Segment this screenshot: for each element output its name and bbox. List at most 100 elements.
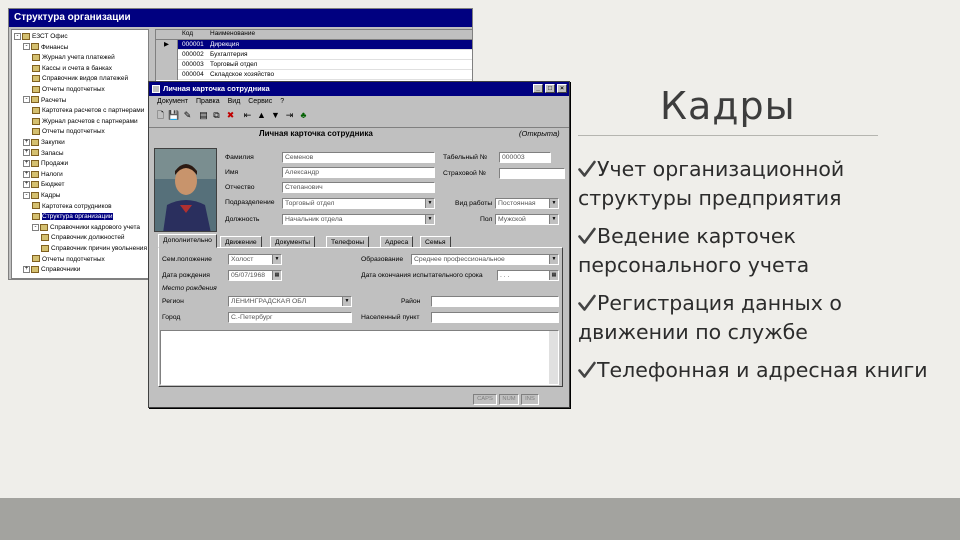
grid-header-code[interactable]: Код (182, 30, 193, 37)
expand-icon[interactable]: + (23, 170, 30, 178)
family-select[interactable]: Холост ▼ (228, 254, 282, 265)
tree-item[interactable]: Отчеты подотчетных (32, 85, 105, 95)
menu-view[interactable]: Вид (228, 98, 241, 105)
tree-item[interactable]: + Продажи (23, 159, 68, 169)
minimize-button[interactable]: _ (533, 84, 543, 93)
table-row[interactable]: 000004 Складское хозяйство (156, 70, 472, 80)
tree-item-label: Налоги (41, 170, 63, 178)
edit-pencil-icon[interactable]: ✎ (182, 110, 193, 121)
tree-icon[interactable]: ♣ (298, 110, 309, 121)
dropdown-arrow-icon[interactable]: ▼ (425, 199, 434, 208)
menu-bar: Документ Правка Вид Сервис ? (149, 96, 569, 108)
print-icon[interactable]: ▤ (198, 110, 209, 121)
calendar-icon[interactable]: ▦ (272, 271, 281, 280)
grid-header-name[interactable]: Наименование (210, 30, 255, 37)
menu-document[interactable]: Документ (157, 98, 188, 105)
collapse-icon[interactable]: - (23, 43, 30, 51)
tree-item[interactable]: Справочник должностей (41, 233, 125, 243)
tree-item[interactable]: Журнал учета платежей (32, 53, 115, 63)
notes-memo[interactable] (160, 330, 559, 385)
district-field[interactable] (431, 296, 559, 307)
education-select[interactable]: Среднее профессиональное ▼ (411, 254, 559, 265)
copy-icon[interactable]: ⧉ (211, 110, 222, 121)
new-document-icon[interactable]: 🗋 (155, 110, 166, 121)
calendar-icon[interactable]: ▦ (549, 271, 558, 280)
expand-icon[interactable]: + (23, 181, 30, 189)
tree-item[interactable]: - Расчеты (23, 96, 66, 106)
row-selector[interactable] (156, 50, 178, 60)
insurance-field[interactable] (499, 168, 565, 179)
surname-field[interactable]: Семенов (282, 152, 435, 163)
tree-item[interactable]: Кассы и счета в банках (32, 64, 112, 74)
probation-end-field[interactable]: . . . ▦ (497, 270, 559, 281)
collapse-icon[interactable]: - (23, 96, 30, 104)
birth-date-field[interactable]: 05/07/1968 ▦ (228, 270, 282, 281)
tree-item[interactable]: - ЕЗСТ Офис (14, 32, 68, 42)
expand-icon[interactable]: + (23, 138, 30, 146)
delete-icon[interactable]: ✖ (225, 110, 236, 121)
department-grid[interactable]: Код Наименование ▶ 000001 Дирекция 000002 Бу… (155, 29, 473, 89)
department-select[interactable]: Торговый отдел ▼ (282, 198, 435, 209)
employment-select[interactable]: Постоянная ▼ (495, 198, 559, 209)
close-button[interactable]: × (557, 84, 567, 93)
tab-num-field[interactable]: 000003 (499, 152, 551, 163)
dropdown-arrow-icon[interactable]: ▼ (549, 255, 558, 264)
tree-item[interactable]: + Справочники (23, 265, 80, 275)
menu-service[interactable]: Сервис (248, 98, 272, 105)
tree-item[interactable]: + Налоги (23, 170, 63, 180)
tab-additional[interactable]: Дополнительно (158, 234, 217, 248)
sex-select[interactable]: Мужской ▼ (495, 214, 559, 225)
tree-item[interactable]: Структура организации (32, 212, 113, 222)
menu-edit[interactable]: Правка (196, 98, 220, 105)
maximize-button[interactable]: □ (545, 84, 555, 93)
tree-item[interactable]: Отчеты подотчетных (32, 255, 105, 265)
row-selector[interactable]: ▶ (156, 40, 178, 50)
first-record-icon[interactable]: ⇤ (242, 110, 253, 121)
patronymic-field[interactable]: Степанович (282, 182, 435, 193)
tree-item[interactable]: - Финансы (23, 43, 68, 53)
region-select[interactable]: ЛЕНИНГРАДСКАЯ ОБЛ ▼ (228, 296, 352, 307)
collapse-icon[interactable]: - (14, 32, 21, 40)
next-record-icon[interactable]: ▼ (270, 110, 281, 121)
expand-icon[interactable]: + (23, 149, 30, 157)
expand-icon[interactable]: + (23, 159, 30, 167)
tree-item[interactable]: Справочник причин увольнения (41, 244, 147, 254)
org-tree[interactable]: - ЕЗСТ Офис - Финансы Журнал учета платежей К… (11, 29, 149, 279)
dropdown-arrow-icon[interactable]: ▼ (272, 255, 281, 264)
memo-scrollbar[interactable] (549, 331, 558, 384)
collapse-icon[interactable]: - (32, 223, 39, 231)
row-selector[interactable] (156, 60, 178, 70)
last-record-icon[interactable]: ⇥ (284, 110, 295, 121)
checkmark-icon (578, 160, 596, 177)
locality-field[interactable] (431, 312, 559, 323)
collapse-icon[interactable]: - (23, 191, 30, 199)
position-select[interactable]: Начальник отдела ▼ (282, 214, 435, 225)
folder-icon (31, 181, 39, 189)
table-row[interactable]: 000002 Бухгалтерия (156, 50, 472, 60)
city-field[interactable]: С.-Петербург (228, 312, 352, 323)
save-icon[interactable]: 💾 (168, 110, 179, 121)
dropdown-arrow-icon[interactable]: ▼ (342, 297, 351, 306)
expand-icon[interactable]: + (23, 265, 30, 273)
prev-record-icon[interactable]: ▲ (256, 110, 267, 121)
folder-icon (32, 75, 40, 83)
tree-item[interactable]: - Справочники кадрового учета (32, 223, 140, 233)
tree-item[interactable]: - Кадры (23, 191, 60, 201)
table-row[interactable]: 000003 Торговый отдел (156, 60, 472, 70)
table-row[interactable]: ▶ 000001 Дирекция (156, 40, 472, 50)
tree-item[interactable]: + Закупки (23, 138, 65, 148)
dropdown-arrow-icon[interactable]: ▼ (549, 215, 558, 224)
tree-item[interactable]: Картотека сотрудников (32, 202, 112, 212)
tree-item[interactable]: Картотека расчетов с партнерами (32, 106, 144, 116)
menu-help[interactable]: ? (280, 98, 284, 105)
dropdown-arrow-icon[interactable]: ▼ (425, 215, 434, 224)
tree-item[interactable]: Справочник видов платежей (32, 74, 128, 84)
row-selector[interactable] (156, 70, 178, 80)
dropdown-arrow-icon[interactable]: ▼ (549, 199, 558, 208)
tree-item[interactable]: Журнал расчетов с партнерами (32, 117, 138, 127)
name-field[interactable]: Александр (282, 167, 435, 178)
tree-item-label: Справочник видов платежей (42, 75, 129, 83)
tree-item[interactable]: Отчеты подотчетных (32, 127, 105, 137)
tree-item[interactable]: + Запасы (23, 149, 64, 159)
tree-item[interactable]: + Бюджет (23, 180, 65, 190)
